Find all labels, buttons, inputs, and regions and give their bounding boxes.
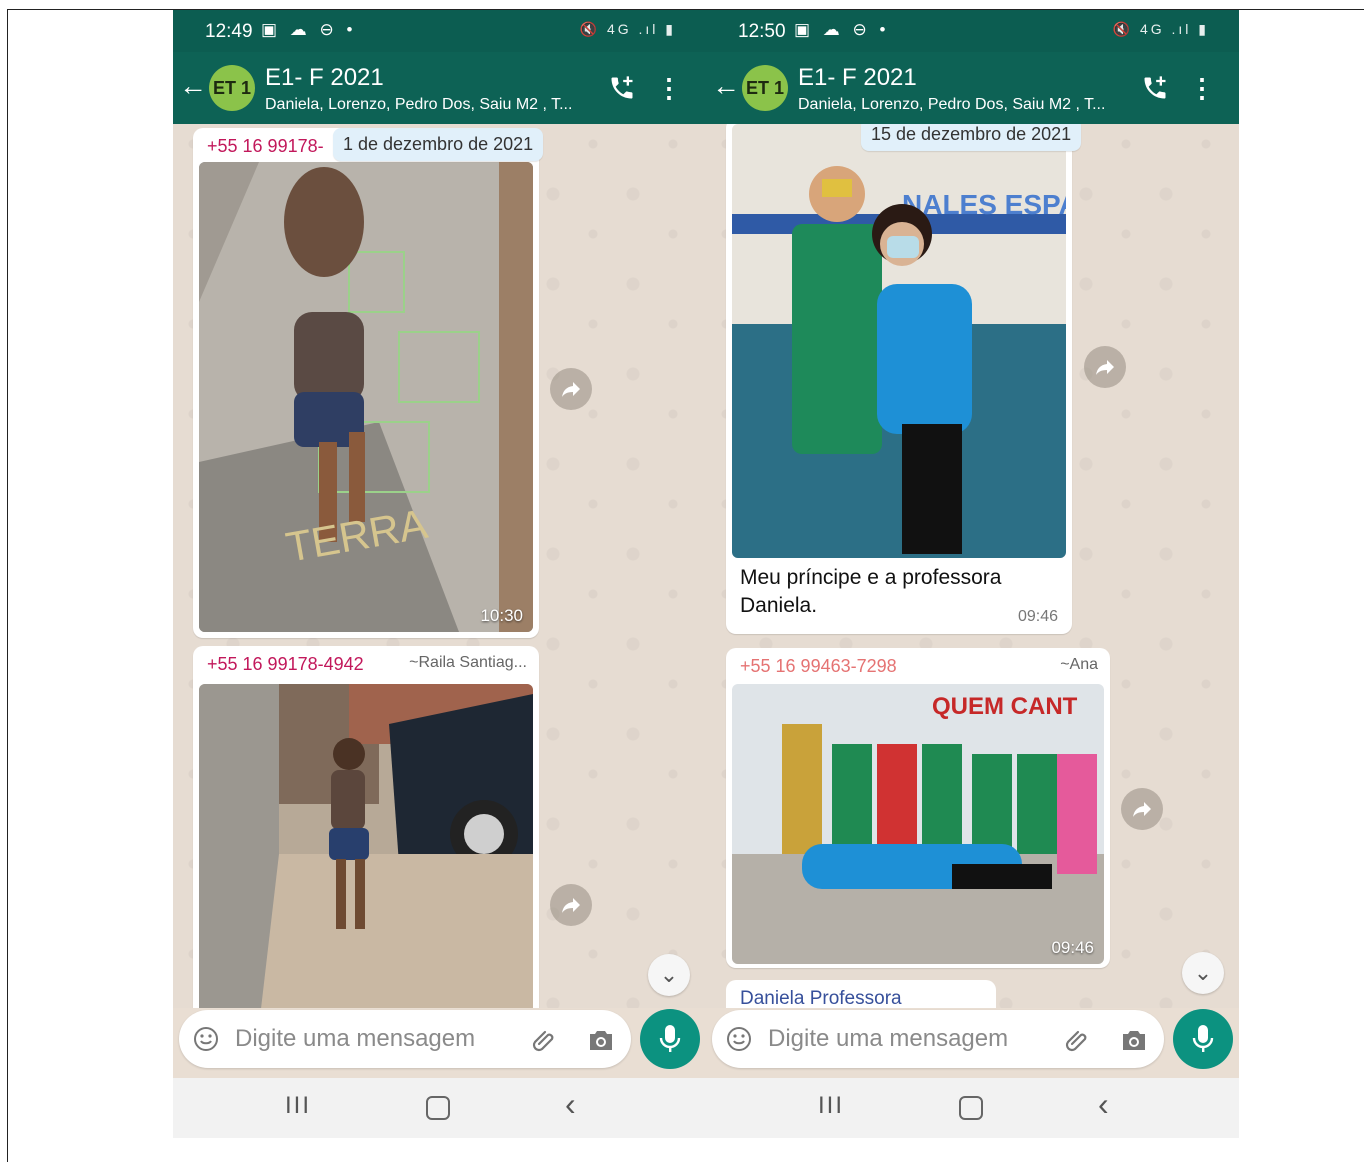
recents-button[interactable]: III	[285, 1092, 311, 1120]
photo-illustration: TERRA	[199, 162, 533, 632]
double-chevron-down-icon: ⌄	[1193, 960, 1213, 985]
message-input[interactable]: Digite uma mensagem	[768, 1025, 1008, 1053]
home-button[interactable]	[959, 1096, 983, 1120]
back-arrow-icon[interactable]: ←	[179, 72, 207, 100]
more-options-icon[interactable]: ⋮	[1189, 74, 1215, 102]
phone-screen-left: 12:49 ▣ ☁ ⊖ • 🔇 4G .ıl ▮ ← ET 1 E1- F 20…	[173, 10, 706, 1138]
message-composer[interactable]: Digite uma mensagem	[179, 1010, 631, 1068]
camera-icon[interactable]	[587, 1027, 615, 1053]
status-time: 12:49	[205, 21, 253, 42]
microphone-button[interactable]	[640, 1009, 700, 1069]
microphone-icon	[1192, 1025, 1214, 1052]
group-avatar[interactable]: ET 1	[209, 65, 255, 111]
add-call-icon[interactable]	[608, 74, 636, 102]
emoji-icon[interactable]	[726, 1026, 752, 1052]
photo-illustration: NALES ESPAN	[732, 124, 1066, 558]
status-bar: 12:50 ▣ ☁ ⊖ • 🔇 4G .ıl ▮	[706, 10, 1239, 52]
sender-phone[interactable]: +55 16 99178-4942	[207, 654, 364, 675]
system-navigation-bar: III ‹	[706, 1078, 1239, 1138]
date-chip: 1 de dezembro de 2021	[333, 128, 544, 161]
chat-area[interactable]: +55 16 99178- TERRA 10:30 1 de dezembro …	[173, 124, 706, 1008]
next-message-sender[interactable]: Daniela Professora	[726, 980, 996, 1008]
forward-icon	[1133, 802, 1151, 817]
sender-phone[interactable]: +55 16 99463-7298	[740, 656, 897, 677]
system-back-button[interactable]: ‹	[565, 1086, 576, 1123]
microphone-button[interactable]	[1173, 1009, 1233, 1069]
attach-icon[interactable]	[531, 1026, 559, 1054]
status-bar: 12:49 ▣ ☁ ⊖ • 🔇 4G .ıl ▮	[173, 10, 706, 52]
photo-illustration: QUEM CANT	[732, 684, 1104, 964]
image-message[interactable]: +55 16 99178-4942 ~Raila Santiag...	[193, 646, 539, 1008]
message-time: 09:46	[1051, 938, 1094, 957]
message-time: 10:30	[480, 606, 523, 625]
photo-child-thumbs-up[interactable]	[199, 684, 533, 1008]
home-button[interactable]	[426, 1096, 450, 1120]
status-time: 12:50	[738, 21, 786, 42]
forward-button[interactable]	[1121, 788, 1163, 830]
signal-battery-icons: 🔇 4G .ıl ▮	[1112, 21, 1209, 37]
photo-class-costumes[interactable]: QUEM CANT 09:46	[732, 684, 1104, 964]
sender-alias: ~Raila Santiag...	[409, 654, 527, 671]
photo-prince-and-teacher[interactable]: NALES ESPAN	[732, 124, 1066, 558]
caption-line-2: Daniela.	[740, 594, 818, 617]
more-options-icon[interactable]: ⋮	[656, 74, 682, 102]
photo-wall-text: NALES ESPAN	[902, 189, 1066, 220]
back-arrow-icon[interactable]: ←	[712, 72, 740, 100]
image-message[interactable]: +55 16 99463-7298 ~Ana QUEM CANT 09:46	[726, 648, 1110, 968]
camera-icon[interactable]	[1120, 1027, 1148, 1053]
forward-icon	[562, 898, 580, 913]
chat-header: ← ET 1 E1- F 2021 Daniela, Lorenzo, Pedr…	[173, 52, 706, 124]
forward-icon	[1096, 360, 1114, 375]
add-call-icon[interactable]	[1141, 74, 1169, 102]
chat-participants[interactable]: Daniela, Lorenzo, Pedro Dos, Saiu M2 , T…	[265, 96, 572, 114]
message-time: 09:46	[1017, 608, 1058, 625]
forward-button[interactable]	[1084, 346, 1126, 388]
signal-battery-icons: 🔇 4G .ıl ▮	[579, 21, 676, 37]
photo-child-hopscotch[interactable]: TERRA 10:30	[199, 162, 533, 632]
message-composer[interactable]: Digite uma mensagem	[712, 1010, 1164, 1068]
chat-title[interactable]: E1- F 2021	[265, 64, 384, 92]
emoji-icon[interactable]	[193, 1026, 219, 1052]
image-message[interactable]: +55 16 99178- TERRA 10:30	[193, 128, 539, 638]
phone-screen-right: 12:50 ▣ ☁ ⊖ • 🔇 4G .ıl ▮ ← ET 1 E1- F 20…	[706, 10, 1239, 1138]
recents-button[interactable]: III	[818, 1092, 844, 1120]
caption-line-1: Meu príncipe e a professora	[740, 566, 1002, 589]
sender-phone[interactable]: +55 16 99178-	[207, 136, 324, 157]
attach-icon[interactable]	[1064, 1026, 1092, 1054]
image-message[interactable]: NALES ESPAN Meu príncipe e a professora …	[726, 124, 1072, 634]
forward-button[interactable]	[550, 884, 592, 926]
notification-icons: ▣ ☁ ⊖ •	[794, 20, 890, 39]
double-chevron-down-icon: ⌄	[659, 962, 679, 987]
scroll-to-bottom-button[interactable]: ⌄	[648, 954, 690, 996]
group-avatar[interactable]: ET 1	[742, 65, 788, 111]
system-navigation-bar: III ‹	[173, 1078, 706, 1138]
chat-header: ← ET 1 E1- F 2021 Daniela, Lorenzo, Pedr…	[706, 52, 1239, 124]
chat-participants[interactable]: Daniela, Lorenzo, Pedro Dos, Saiu M2 , T…	[798, 96, 1105, 114]
forward-button[interactable]	[550, 368, 592, 410]
message-input[interactable]: Digite uma mensagem	[235, 1025, 475, 1053]
system-back-button[interactable]: ‹	[1098, 1086, 1109, 1123]
photo-illustration	[199, 684, 533, 1008]
chat-area[interactable]: NALES ESPAN Meu príncipe e a professora …	[706, 124, 1239, 1008]
forward-icon	[562, 382, 580, 397]
scroll-to-bottom-button[interactable]: ⌄	[1182, 952, 1224, 994]
chat-title[interactable]: E1- F 2021	[798, 64, 917, 92]
notification-icons: ▣ ☁ ⊖ •	[261, 20, 357, 39]
microphone-icon	[659, 1025, 681, 1052]
photo-wall-text: QUEM CANT	[932, 693, 1078, 720]
sender-alias: ~Ana	[1060, 656, 1098, 673]
date-chip: 15 de dezembro de 2021	[861, 124, 1082, 151]
